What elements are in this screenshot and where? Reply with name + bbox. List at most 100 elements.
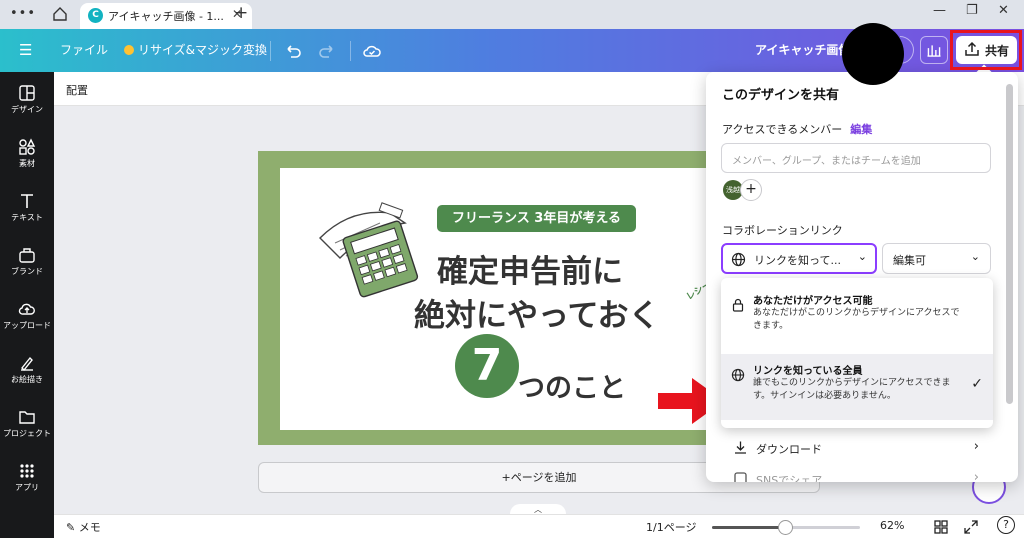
header-divider	[350, 41, 351, 61]
sidebar-label: アプリ	[15, 483, 39, 492]
sidebar-item-projects[interactable]: プロジェクト	[0, 408, 54, 452]
sns-label: SNSでシェア	[756, 474, 823, 482]
hamburger-menu-icon[interactable]: ☰	[19, 29, 32, 72]
zoom-slider[interactable]	[712, 520, 860, 535]
receipt-calculator-illustration	[319, 202, 419, 298]
zoom-slider-knob[interactable]	[778, 520, 794, 535]
option-only-you-desc: あなただけがこのリンクからデザインにアクセスできます。	[753, 308, 960, 331]
sidebar-item-draw[interactable]: お絵描き	[0, 354, 54, 398]
redacted-avatar	[842, 23, 904, 85]
elements-icon	[19, 138, 36, 155]
globe-icon	[731, 252, 746, 267]
brand-icon	[19, 248, 35, 263]
left-sidebar: デザイン 素材 テキスト ブランド アップロード お絵描き プロジェクト アプリ	[0, 72, 54, 538]
header-divider	[270, 41, 271, 61]
add-member-button[interactable]: +	[740, 179, 762, 201]
option-only-you[interactable]: あなただけがアクセス可能 あなただけがこのリンクからデザインにアクセスできます。	[721, 284, 993, 350]
sidebar-label: プロジェクト	[3, 429, 51, 438]
design-icon	[19, 85, 35, 101]
home-icon[interactable]	[52, 6, 68, 22]
permission-select[interactable]: 編集可 ⌄	[882, 243, 991, 274]
zoom-percent[interactable]: 62%	[880, 519, 904, 532]
resize-label: リサイズ&マジック変換	[138, 43, 267, 57]
option-anyone-desc: 誰でもこのリンクからデザインにアクセスできます。サインインは必要ありません。	[753, 378, 951, 401]
browser-menu-icon[interactable]: •••	[10, 6, 36, 21]
notes-label: メモ	[78, 521, 101, 534]
sidebar-item-design[interactable]: デザイン	[0, 84, 54, 128]
fullscreen-icon[interactable]	[964, 520, 978, 534]
upload-share-icon	[965, 41, 979, 56]
download-icon	[735, 441, 746, 454]
panel-scrollbar[interactable]	[1006, 84, 1013, 404]
sidebar-label: テキスト	[11, 213, 43, 222]
design-tag[interactable]: フリーランス 3年目が考える	[437, 205, 636, 232]
resize-button[interactable]: リサイズ&マジック変換	[124, 29, 267, 72]
sidebar-item-text[interactable]: テキスト	[0, 192, 54, 236]
restore-icon[interactable]: ❐	[966, 3, 978, 18]
editor-footer: ✎ メモ 1/1ページ 62%	[54, 514, 1024, 538]
members-section: アクセスできるメンバー 編集	[722, 121, 872, 137]
grid-view-icon[interactable]	[934, 520, 948, 534]
design-headline-line3[interactable]: つのこと	[518, 366, 626, 405]
tab-title: アイキャッチ画像 - 1...	[108, 10, 224, 23]
option-anyone-with-link[interactable]: リンクを知っている全員 誰でもこのリンクからデザインにアクセスできます。サインイ…	[721, 354, 993, 420]
sns-share-row[interactable]: SNSでシェア ›	[721, 464, 993, 482]
design-headline-line1[interactable]: 確定申告前に	[437, 246, 623, 291]
option-anyone-title: リンクを知っている全員	[753, 366, 863, 377]
add-member-input[interactable]: メンバー、グループ、またはチームを追加	[721, 143, 991, 173]
edit-members-link[interactable]: 編集	[850, 123, 872, 136]
canva-favicon-icon: C	[88, 8, 103, 23]
upload-icon	[18, 303, 35, 315]
help-button[interactable]: ?	[997, 516, 1015, 534]
minimize-icon[interactable]: —	[933, 3, 946, 18]
file-menu-button[interactable]: ファイル	[60, 29, 108, 72]
sidebar-label: 素材	[19, 159, 35, 168]
link-access-select[interactable]: リンクを知って... ⌄	[721, 243, 877, 274]
download-row[interactable]: ダウンロード ›	[721, 433, 993, 463]
window-close-icon[interactable]: ✕	[998, 3, 1009, 18]
sidebar-item-brand[interactable]: ブランド	[0, 246, 54, 290]
notes-button[interactable]: ✎ メモ	[66, 519, 101, 535]
design-number-badge[interactable]: 7	[455, 334, 519, 398]
sidebar-label: アップロード	[3, 321, 51, 330]
share-button[interactable]: 共有	[956, 36, 1017, 64]
share-panel-title: このデザインを共有	[722, 88, 840, 103]
download-label: ダウンロード	[756, 443, 822, 456]
draw-icon	[21, 356, 33, 372]
option-only-you-title: あなただけがアクセス可能	[753, 296, 873, 307]
design-headline-line2[interactable]: 絶対にやっておく	[414, 290, 660, 335]
checkmark-icon: ✓	[971, 376, 983, 392]
apps-icon	[20, 464, 34, 478]
chevron-down-icon: ⌄	[970, 250, 980, 263]
lock-icon	[732, 298, 744, 312]
share-panel: このデザインを共有 アクセスできるメンバー 編集 メンバー、グループ、またはチーム…	[706, 72, 1018, 482]
globe-icon	[731, 368, 745, 382]
new-tab-button[interactable]: +	[234, 3, 248, 23]
sidebar-label: お絵描き	[11, 375, 43, 384]
sidebar-item-upload[interactable]: アップロード	[0, 300, 54, 344]
share-label: 共有	[985, 44, 1010, 58]
permission-value: 編集可	[893, 254, 926, 267]
members-label: アクセスできるメンバー	[722, 123, 843, 136]
crown-icon	[124, 45, 134, 55]
insights-icon[interactable]	[920, 36, 948, 64]
folder-icon	[19, 411, 35, 424]
sns-icon	[734, 472, 747, 482]
browser-tab[interactable]: C アイキャッチ画像 - 1... ✕	[80, 3, 252, 29]
cloud-saved-icon[interactable]	[362, 41, 382, 61]
position-button[interactable]: 配置	[66, 82, 88, 98]
page-count[interactable]: 1/1ページ	[646, 519, 696, 535]
document-title[interactable]: アイキャッチ画像	[755, 29, 850, 72]
sidebar-label: デザイン	[11, 105, 43, 114]
sidebar-item-apps[interactable]: アプリ	[0, 462, 54, 506]
link-access-value: リンクを知って...	[754, 254, 841, 267]
collab-link-label: コラボレーションリンク	[722, 224, 843, 237]
sidebar-item-elements[interactable]: 素材	[0, 138, 54, 182]
zoom-slider-fill	[712, 526, 786, 529]
redo-icon[interactable]	[318, 42, 336, 60]
chevron-down-icon: ⌄	[857, 250, 867, 263]
link-access-dropdown: あなただけがアクセス可能 あなただけがこのリンクからデザインにアクセスできます。…	[721, 278, 993, 428]
chevron-right-icon: ›	[973, 439, 979, 454]
undo-icon[interactable]	[284, 42, 302, 60]
text-icon	[21, 194, 33, 208]
